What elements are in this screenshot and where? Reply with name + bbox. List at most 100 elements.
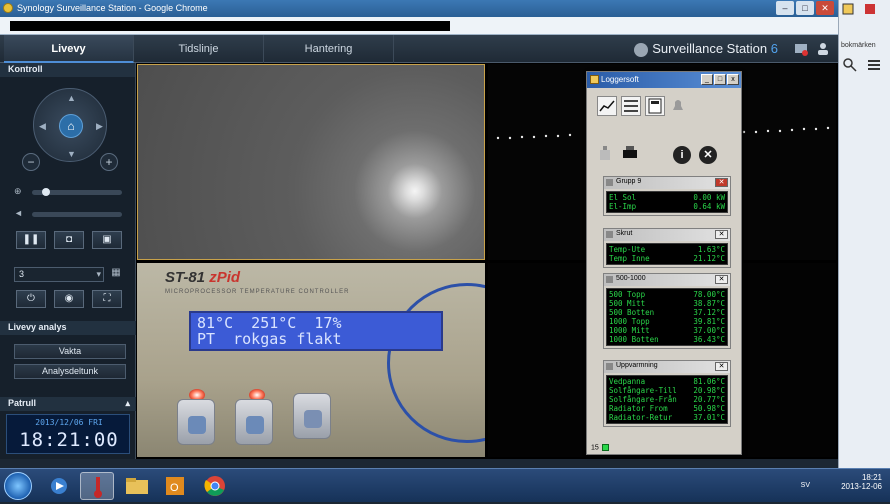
camera-1-feed[interactable]: [137, 64, 485, 260]
minimize-button[interactable]: –: [776, 1, 794, 15]
gauge-close-icon[interactable]: ✕: [715, 362, 728, 371]
address-bar[interactable]: [0, 17, 838, 35]
camera-select[interactable]: 3 ▾: [14, 267, 104, 282]
menu-icon[interactable]: [867, 58, 881, 75]
gauge-close-icon[interactable]: ✕: [715, 230, 728, 239]
loggersoft-maximize-button[interactable]: □: [714, 74, 726, 85]
chart-icon[interactable]: [597, 96, 617, 116]
browser-title-bar: Synology Surveillance Station - Google C…: [0, 0, 838, 17]
camera-3-feed[interactable]: ST-81 zPid MICROPROCESSOR TEMPERATURE CO…: [137, 263, 485, 457]
pan-left-icon[interactable]: ◀: [39, 121, 46, 132]
printer-icon[interactable]: [621, 144, 641, 164]
search-icon[interactable]: [843, 58, 857, 75]
gauge-row: 500 Mitt 38.87°C: [609, 299, 725, 308]
logger-footer: 15: [591, 443, 609, 451]
brand: Surveillance Station 6: [634, 35, 778, 63]
gauge-row-label: Radiator From: [609, 404, 668, 413]
tab-hantering[interactable]: Hantering: [264, 35, 394, 63]
snapshot-button[interactable]: ◘: [54, 231, 84, 249]
pan-up-icon[interactable]: ▲: [67, 93, 76, 103]
gauge-row: Radiator-Retur 37.01°C: [609, 413, 725, 422]
gauge-close-icon[interactable]: ✕: [715, 275, 728, 284]
gauge-row-label: Solfångare-Till: [609, 386, 677, 395]
power-button[interactable]: ⏻: [16, 290, 46, 308]
zoom-in-button[interactable]: +: [100, 153, 118, 171]
gauge-row-value: 0.00 kW: [693, 193, 725, 202]
taskbar: O SV 18:21 2013-12-06: [0, 468, 890, 502]
controller-key-2: [235, 399, 273, 445]
zoom-out-button[interactable]: −: [22, 153, 40, 171]
taskbar-app-chrome-icon[interactable]: [198, 472, 232, 500]
gauge-window-header: Grupp 9 ✕: [604, 177, 730, 189]
zoom-knob[interactable]: [42, 188, 50, 196]
footer-count: 15: [591, 444, 599, 451]
gauge-row-label: Vedpanna: [609, 377, 646, 386]
zoom-track[interactable]: [32, 188, 122, 196]
tab-livevy[interactable]: Livevy: [4, 35, 134, 63]
gauge-window-title: Uppvarmning: [616, 362, 658, 369]
system-clock[interactable]: 18:21 2013-12-06: [841, 473, 882, 491]
loggersoft-titlebar: Loggersoft _ □ x: [587, 72, 741, 88]
gauge-row: Temp Inne 21.12°C: [609, 254, 725, 263]
vakta-button[interactable]: Vakta: [14, 344, 126, 359]
gauge-window-header: Skrut ✕: [604, 229, 730, 241]
patrull-header[interactable]: Patrull ▴: [0, 397, 136, 411]
notification-icon[interactable]: [794, 42, 808, 56]
user-icon[interactable]: [816, 42, 830, 56]
gauge-row-label: 500 Botten: [609, 308, 655, 317]
taskbar-app-thermometer-icon[interactable]: [80, 472, 114, 500]
gauge-close-icon[interactable]: ✕: [715, 178, 728, 187]
clock-time: 18:21:00: [19, 429, 119, 451]
gauge-row: Temp-Ute 1.63°C: [609, 245, 725, 254]
analys-button[interactable]: Analysdeltunk: [14, 364, 126, 379]
gauge-window-title: Skrut: [616, 230, 633, 237]
gauge-row-label: Solfångare-Från: [609, 395, 677, 404]
main-nav: Livevy Tidslinje Hantering Surveillance …: [0, 35, 838, 63]
tab-tidslinje[interactable]: Tidslinje: [134, 35, 264, 63]
collapse-icon[interactable]: ▴: [125, 398, 130, 409]
loggersoft-close-button[interactable]: x: [727, 74, 739, 85]
fullscreen-button[interactable]: ⛶: [92, 290, 122, 308]
gauge-row-label: 1000 Botten: [609, 335, 659, 344]
location-button[interactable]: ◉: [54, 290, 84, 308]
gauge-row: 1000 Topp 39.81°C: [609, 317, 725, 326]
window-controls: – □ ✕: [776, 1, 834, 15]
nav-icons: [794, 42, 830, 56]
calculator-icon[interactable]: [645, 96, 665, 116]
pause-button[interactable]: ❚❚: [16, 231, 46, 249]
pan-right-icon[interactable]: ▶: [96, 121, 103, 132]
gauge-row-value: 20.77°C: [693, 395, 725, 404]
gauge-row-label: 500 Mitt: [609, 299, 646, 308]
taskbar-app-outlook-icon[interactable]: O: [158, 472, 192, 500]
close-button[interactable]: ✕: [816, 1, 834, 15]
gauge-row-label: El-Imp: [609, 202, 637, 211]
bell-icon[interactable]: [669, 96, 689, 116]
loggersoft-title: Loggersoft: [601, 75, 639, 84]
gauge-row: Solfångare-Från 20.77°C: [609, 395, 725, 404]
gauge-window: Uppvarmning ✕ Vedpanna 81.06°C Solfångare-Ti…: [603, 360, 731, 427]
maximize-button[interactable]: □: [796, 1, 814, 15]
table-icon[interactable]: [621, 96, 641, 116]
taskbar-app-folder-icon[interactable]: [120, 472, 154, 500]
lcd-line-2: PT rokgas flakt: [197, 330, 342, 348]
side-ext-icons[interactable]: [841, 2, 887, 18]
taskbar-app-media-icon[interactable]: [42, 472, 76, 500]
volume-slider[interactable]: ◄: [14, 208, 124, 219]
brand-version: 6: [770, 41, 778, 56]
gauge-row-value: 20.98°C: [693, 386, 725, 395]
record-button[interactable]: ▣: [92, 231, 122, 249]
start-button-icon[interactable]: [4, 472, 32, 500]
language-indicator[interactable]: SV: [801, 482, 810, 489]
volume-track[interactable]: [32, 212, 122, 217]
ptz-control[interactable]: ▲ ▼ ◀ ▶ ⌂: [33, 88, 107, 162]
info-icon[interactable]: i: [673, 146, 691, 164]
loggersoft-minimize-button[interactable]: _: [701, 74, 713, 85]
layout-grid-icon[interactable]: ▦: [108, 267, 124, 282]
close-circle-icon[interactable]: ✕: [699, 146, 717, 164]
gauge-row: 500 Topp 78.00°C: [609, 290, 725, 299]
pan-down-icon[interactable]: ▼: [67, 149, 76, 159]
gauge-row-value: 50.98°C: [693, 404, 725, 413]
usb-icon[interactable]: [597, 144, 617, 164]
home-icon[interactable]: ⌂: [59, 114, 83, 138]
zoom-slider[interactable]: ⊕: [14, 186, 124, 197]
